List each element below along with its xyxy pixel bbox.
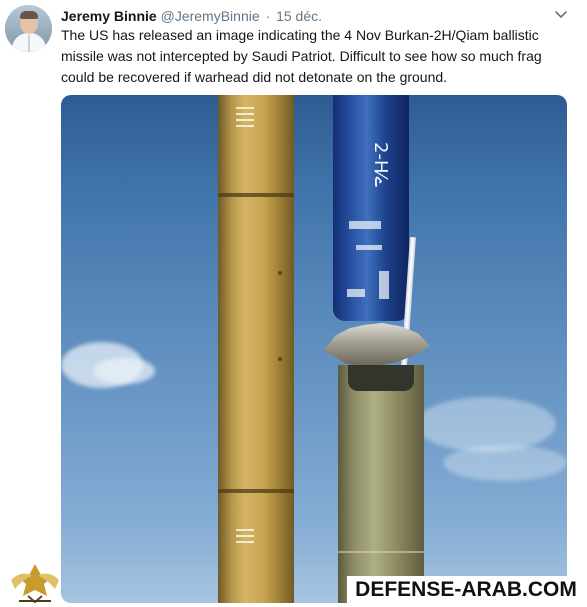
damage-mark	[349, 221, 381, 229]
author-handle[interactable]: @JeremyBinnie	[161, 8, 260, 24]
damage-mark	[347, 289, 365, 297]
watermark: DEFENSE-ARAB.COM	[347, 576, 585, 603]
missile-marking	[236, 529, 254, 531]
missile-seam	[218, 489, 294, 493]
author-name[interactable]: Jeremy Binnie	[61, 8, 157, 24]
cloud	[416, 397, 556, 452]
missile-marking	[236, 113, 254, 115]
header-separator: ·	[265, 8, 271, 24]
section-line	[338, 551, 424, 553]
cloud	[93, 358, 155, 384]
missile-rivet	[278, 271, 282, 275]
chevron-down-icon[interactable]	[554, 7, 568, 21]
tweet-text: The US has released an image indicating …	[61, 27, 542, 85]
missile-seam	[218, 193, 294, 197]
damage-mark	[356, 245, 382, 250]
missile-marking	[236, 125, 254, 127]
missile-marking	[236, 535, 254, 537]
missile-marking	[236, 119, 254, 121]
tweet-header: Jeremy Binnie @JeremyBinnie · 15 déc.	[61, 7, 546, 25]
tweet-image[interactable]: 2-H⁄ے	[61, 95, 567, 603]
arab-defense-forum-logo	[8, 561, 62, 606]
open-section	[348, 365, 414, 391]
tweet-date[interactable]: 15 déc.	[276, 8, 322, 24]
missile-marking	[236, 107, 254, 109]
missile-rivet	[278, 357, 282, 361]
warhead-fragment	[324, 323, 430, 367]
damage-mark	[379, 271, 389, 299]
cloud	[443, 445, 567, 481]
avatar-hair	[20, 11, 38, 19]
avatar[interactable]	[5, 5, 52, 52]
green-missile-section	[338, 365, 424, 603]
missile-marking	[236, 541, 254, 543]
missile-inscription: 2-H⁄ے	[370, 142, 391, 188]
avatar-shirt-detail	[28, 35, 30, 52]
yellow-missile-body	[218, 95, 294, 603]
blue-fuel-tank: 2-H⁄ے	[333, 95, 409, 321]
